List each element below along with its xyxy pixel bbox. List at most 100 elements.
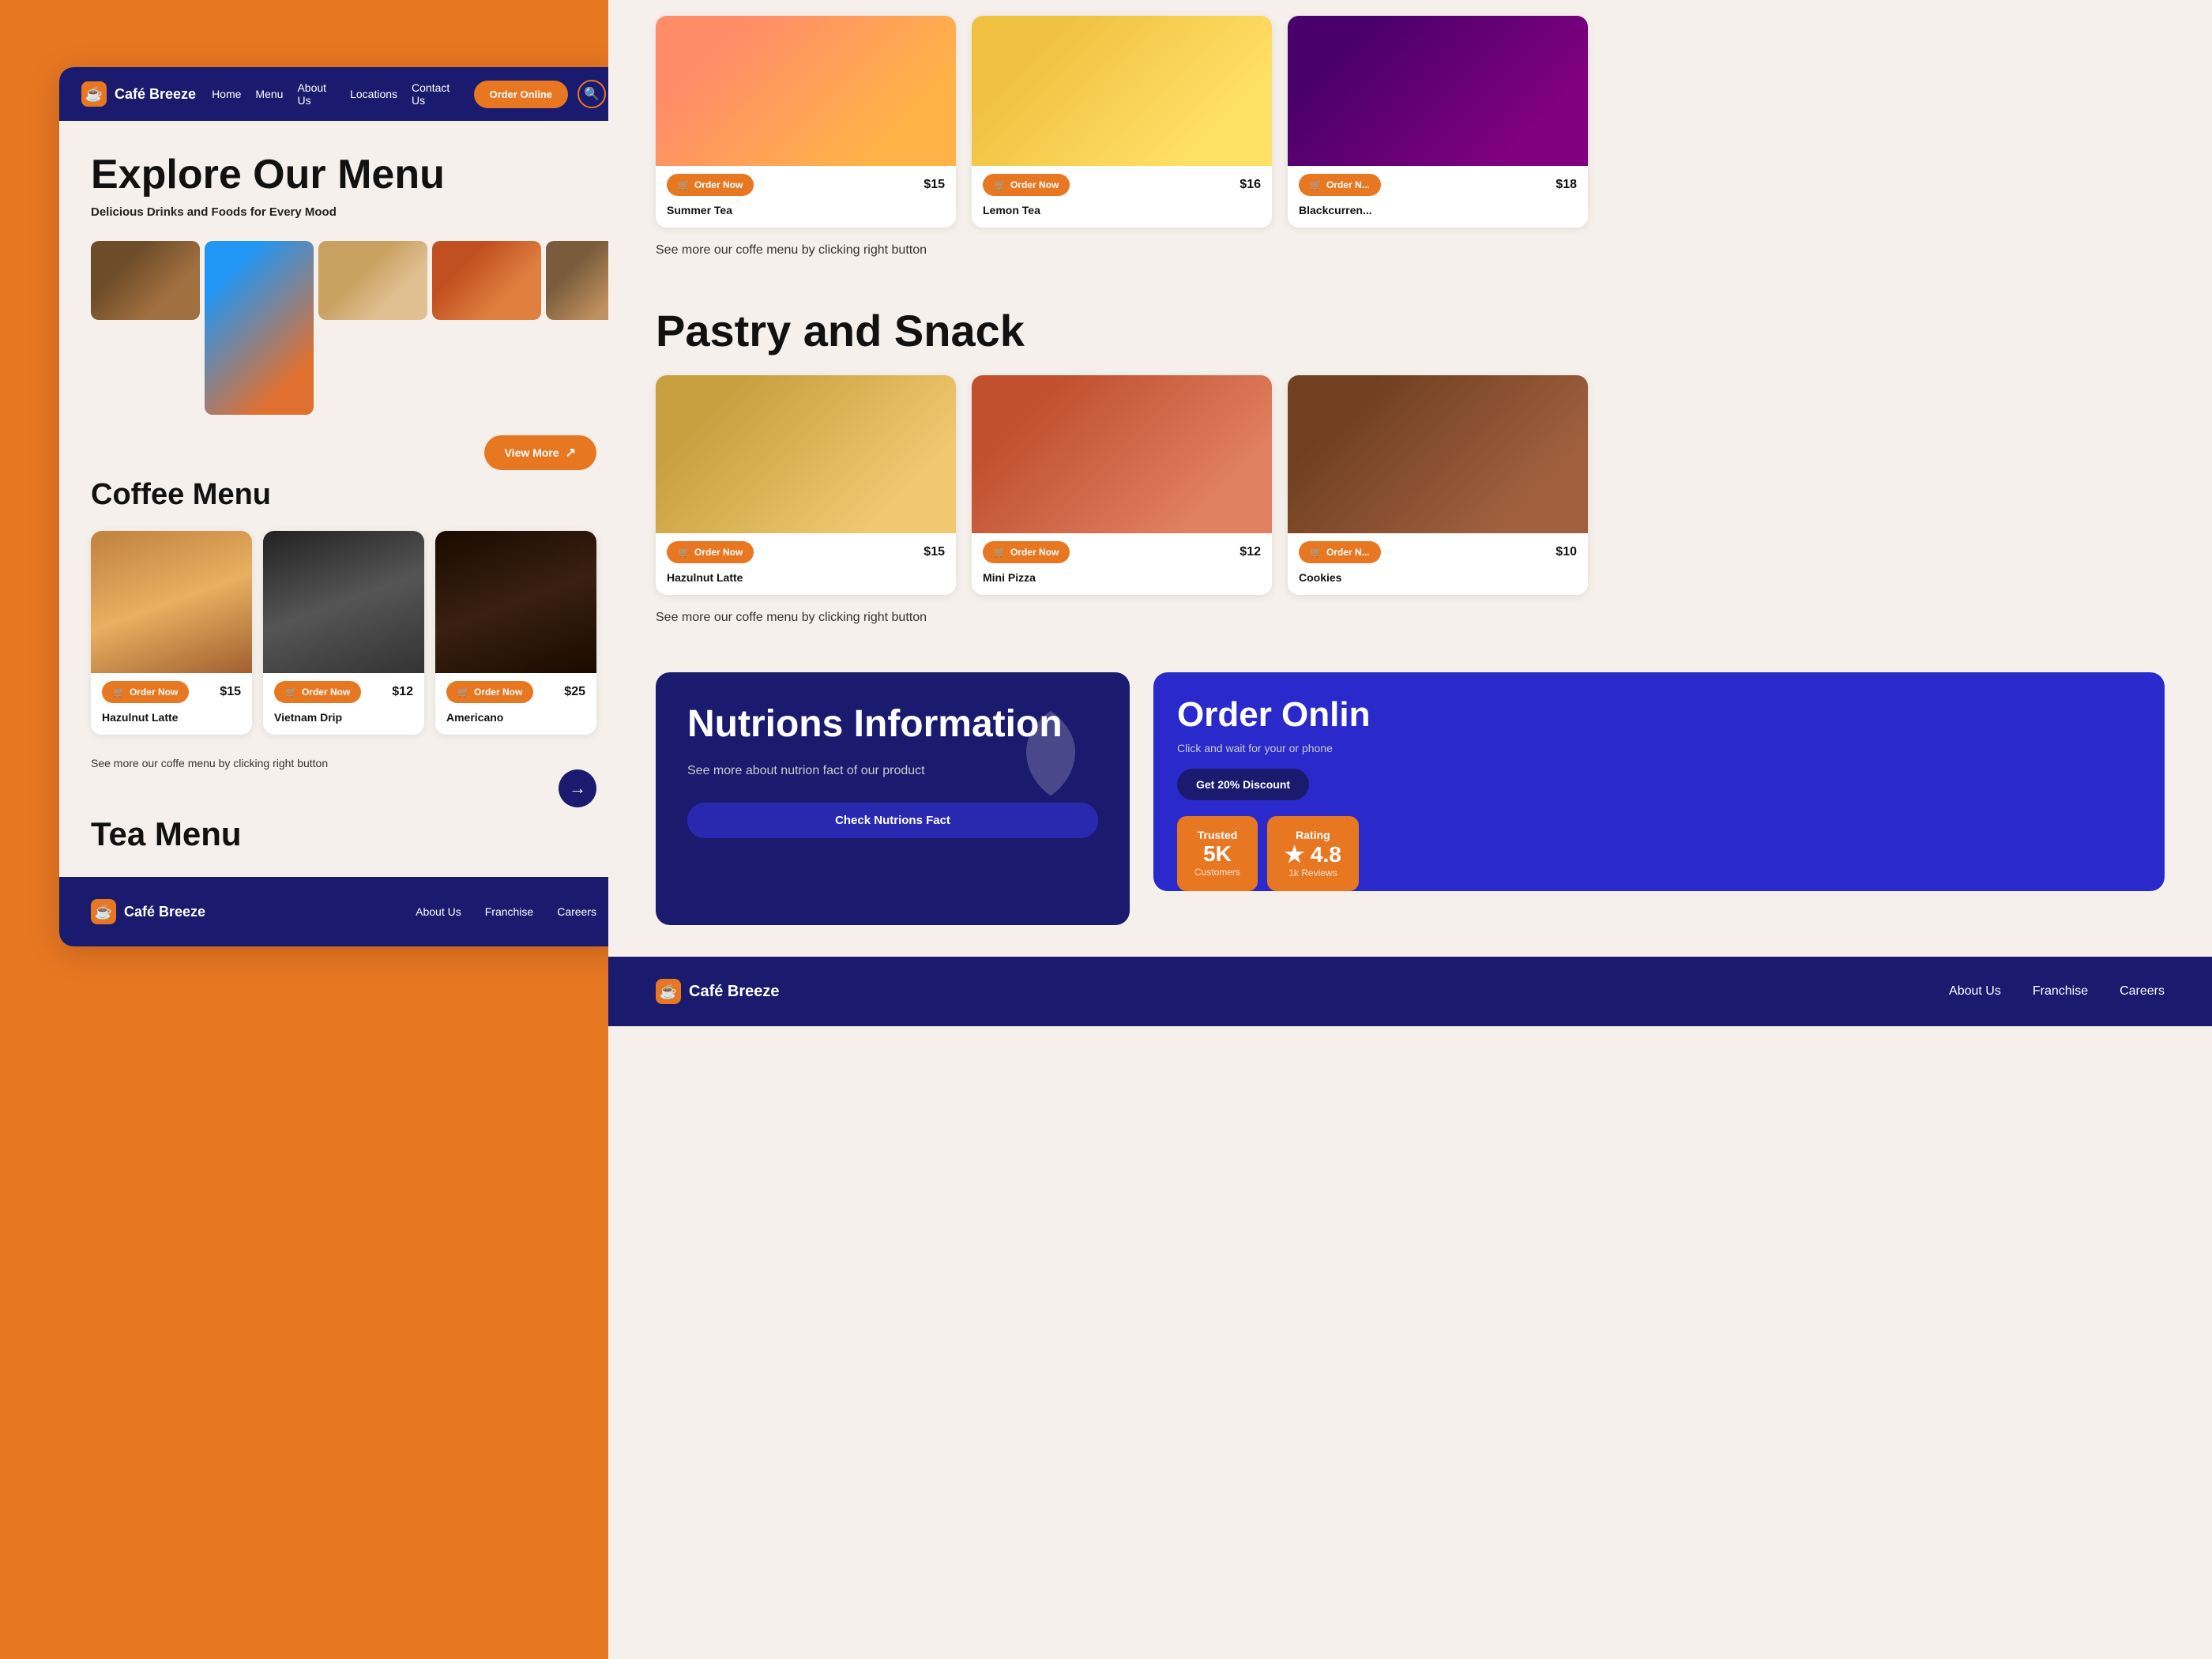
nav-locations[interactable]: Locations — [350, 88, 397, 100]
pastry-order-button-0[interactable]: 🛒 Order Now — [667, 541, 754, 563]
cart-icon-1: 🛒 — [285, 687, 297, 698]
coffee-price-0: $15 — [220, 685, 241, 699]
tea-card-img-1 — [972, 16, 1272, 166]
pastry-price-0: $15 — [924, 545, 945, 559]
stat-trusted-label: Trusted — [1194, 829, 1240, 841]
coffee-order-button-1[interactable]: 🛒 Order Now — [274, 681, 361, 703]
tea-order-button-1[interactable]: 🛒 Order Now — [983, 174, 1070, 196]
coffee-cards-row: 🛒 Order Now $15 Hazulnut Latte 🛒 Order N… — [91, 531, 596, 735]
cart-icon-pastry-0: 🛒 — [678, 547, 690, 558]
nav-about[interactable]: About Us — [297, 81, 336, 107]
tea-price-0: $15 — [924, 178, 945, 192]
right-footer-link-about[interactable]: About Us — [1949, 984, 2001, 999]
hero-title: Explore Our Menu — [91, 152, 596, 198]
brand-icon: ☕ — [81, 81, 107, 107]
arrow-icon: ↗ — [566, 445, 576, 461]
footer-link-about[interactable]: About Us — [416, 905, 461, 918]
stat-rating: Rating ★ 4.8 1k Reviews — [1267, 816, 1359, 891]
pastry-order-button-1[interactable]: 🛒 Order Now — [983, 541, 1070, 563]
coffee-name-0: Hazulnut Latte — [91, 708, 252, 735]
right-footer-link-careers[interactable]: Careers — [2120, 984, 2165, 999]
pastry-card-order-row-2: 🛒 Order N... $10 — [1288, 533, 1588, 568]
nav-menu[interactable]: Menu — [255, 88, 283, 100]
check-fact-button[interactable]: Check Nutrions Fact — [687, 803, 1098, 838]
left-panel: ☕ Café Breeze Home Menu About Us Locatio… — [59, 67, 628, 946]
nav-home[interactable]: Home — [212, 88, 241, 100]
right-footer: ☕ Café Breeze About Us Franchise Careers — [608, 957, 2212, 1026]
tea-order-button-0[interactable]: 🛒 Order Now — [667, 174, 754, 196]
right-footer-brand-icon: ☕ — [656, 979, 681, 1004]
left-footer: ☕ Café Breeze About Us Franchise Careers — [59, 877, 628, 946]
discount-button[interactable]: Get 20% Discount — [1177, 769, 1309, 800]
coffee-name-1: Vietnam Drip — [263, 708, 424, 735]
cart-icon-2: 🛒 — [457, 687, 469, 698]
view-more-label: View More — [505, 446, 559, 459]
grid-image-pastry — [318, 241, 427, 320]
footer-link-careers[interactable]: Careers — [557, 905, 596, 918]
next-icon: → — [569, 778, 586, 799]
footer-link-franchise[interactable]: Franchise — [485, 905, 533, 918]
coffee-card-1: 🛒 Order Now $12 Vietnam Drip — [263, 531, 424, 735]
cart-icon-tea-0: 🛒 — [678, 179, 690, 190]
tea-name-0: Summer Tea — [656, 201, 956, 228]
tea-card-2: 🛒 Order N... $18 Blackcurren... — [1288, 16, 1588, 228]
pastry-name-0: Hazulnut Latte — [656, 568, 956, 595]
coffee-price-1: $12 — [392, 685, 413, 699]
navbar: ☕ Café Breeze Home Menu About Us Locatio… — [59, 67, 628, 121]
coffee-card-img-2 — [435, 531, 596, 673]
next-button[interactable]: → — [559, 769, 596, 807]
coffee-card-img-1 — [263, 531, 424, 673]
search-button[interactable]: 🔍 — [577, 80, 606, 108]
footer-brand-icon: ☕ — [91, 899, 116, 924]
nav-contact[interactable]: Contact Us — [412, 81, 458, 107]
right-footer-link-franchise[interactable]: Franchise — [2033, 984, 2088, 999]
pastry-card-order-row-1: 🛒 Order Now $12 — [972, 533, 1272, 568]
pastry-card-1: 🛒 Order Now $12 Mini Pizza — [972, 375, 1272, 595]
leaf-svg-icon — [1011, 704, 1090, 799]
stat-trusted-sub: Customers — [1194, 867, 1240, 878]
pastry-price-1: $12 — [1240, 545, 1261, 559]
tea-see-more: See more our coffe menu by clicking righ… — [656, 243, 2165, 258]
coffee-price-2: $25 — [564, 685, 585, 699]
pastry-card-order-row-0: 🛒 Order Now $15 — [656, 533, 956, 568]
cart-icon-tea-2: 🛒 — [1310, 179, 1322, 190]
tea-cards-row: 🛒 Order Now $15 Summer Tea 🛒 Order Now $… — [656, 16, 2165, 228]
tea-price-1: $16 — [1240, 178, 1261, 192]
cart-icon-pastry-2: 🛒 — [1310, 547, 1322, 558]
tea-section-title: Tea Menu — [91, 807, 596, 853]
tea-card-order-row-2: 🛒 Order N... $18 — [1288, 166, 1588, 201]
order-online-button[interactable]: Order Online — [474, 81, 568, 108]
pastry-name-2: Cookies — [1288, 568, 1588, 595]
order-online-card: Order Onlin Click and wait for your or p… — [1153, 672, 2165, 891]
tea-card-img-2 — [1288, 16, 1588, 166]
pastry-card-img-2 — [1288, 375, 1588, 533]
pastry-section: Pastry and Snack 🛒 Order Now $15 Hazulnu… — [608, 305, 2212, 672]
footer-brand-name: Café Breeze — [124, 904, 205, 920]
tea-section: 🛒 Order Now $15 Summer Tea 🛒 Order Now $… — [608, 0, 2212, 305]
brand-logo[interactable]: ☕ Café Breeze — [81, 81, 196, 107]
tea-card-order-row-1: 🛒 Order Now $16 — [972, 166, 1272, 201]
coffee-order-button-2[interactable]: 🛒 Order Now — [446, 681, 533, 703]
view-more-button[interactable]: View More ↗ — [484, 435, 596, 470]
navbar-actions: Order Online 🔍 — [474, 80, 606, 108]
tea-price-2: $18 — [1556, 178, 1577, 192]
footer-links: About Us Franchise Careers — [416, 905, 596, 918]
pastry-order-button-2[interactable]: 🛒 Order N... — [1299, 541, 1381, 563]
pastry-card-2: 🛒 Order N... $10 Cookies — [1288, 375, 1588, 595]
grid-image-pizza — [432, 241, 541, 320]
coffee-order-button-0[interactable]: 🛒 Order Now — [102, 681, 189, 703]
main-content: Explore Our Menu Delicious Drinks and Fo… — [59, 121, 628, 877]
menu-image-grid — [91, 241, 596, 419]
order-online-desc: Click and wait for your or phone — [1177, 742, 2141, 754]
stat-trusted: Trusted 5K Customers — [1177, 816, 1258, 891]
right-footer-brand-name: Café Breeze — [689, 983, 780, 1001]
tea-order-button-2[interactable]: 🛒 Order N... — [1299, 174, 1381, 196]
bottom-section: Nutrions Information See more about nutr… — [608, 672, 2212, 957]
cart-icon-tea-1: 🛒 — [994, 179, 1006, 190]
nutrition-card: Nutrions Information See more about nutr… — [656, 672, 1130, 925]
tea-card-0: 🛒 Order Now $15 Summer Tea — [656, 16, 956, 228]
search-icon: 🔍 — [584, 86, 600, 102]
coffee-card-img-0 — [91, 531, 252, 673]
tea-card-1: 🛒 Order Now $16 Lemon Tea — [972, 16, 1272, 228]
stats-row: Trusted 5K Customers Rating ★ 4.8 1k Rev… — [1177, 816, 2141, 891]
